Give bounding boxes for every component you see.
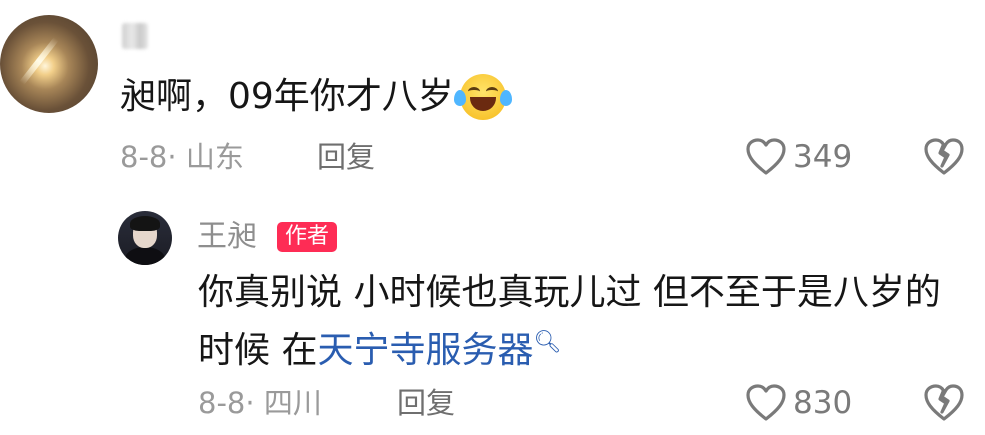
comment-date: 8-8 [120, 140, 168, 174]
reply-body: 你真别说 小时候也真玩儿过 但不至于是八岁的时候 在天宁寺服务器🔍︎ [198, 268, 958, 376]
reply-text: 你真别说 小时候也真玩儿过 但不至于是八岁的时候 在 [198, 272, 941, 371]
commenter-name-blurred[interactable] [122, 23, 148, 49]
search-link[interactable]: 天宁寺服务器 [317, 330, 533, 371]
author-badge: 作者 [277, 222, 338, 252]
search-icon[interactable]: 🔍︎ [533, 330, 561, 355]
comment-location: 山东 [185, 140, 244, 174]
broken-heart-icon[interactable] [922, 136, 966, 178]
comment-text: 昶啊，09年你才八岁 [120, 76, 454, 117]
reply-date: 8-8 [198, 386, 246, 420]
comment-meta: 8-8· 山东 [120, 140, 244, 174]
reply-location: 四川 [263, 386, 322, 420]
heart-outline-icon[interactable] [745, 383, 787, 423]
reply-author-avatar[interactable] [118, 211, 172, 265]
reply-meta: 8-8· 四川 [198, 386, 322, 420]
like-button[interactable]: 349 [745, 137, 852, 177]
reply-like-count: 830 [793, 385, 853, 421]
broken-heart-icon[interactable] [922, 382, 966, 424]
commenter-avatar[interactable] [0, 15, 98, 113]
reply-like-button[interactable]: 830 [745, 383, 852, 423]
laugh-cry-emoji-icon [453, 74, 512, 120]
like-count: 349 [793, 139, 853, 175]
reply-button[interactable]: 回复 [317, 139, 375, 175]
heart-outline-icon[interactable] [745, 137, 787, 177]
reply-author-name[interactable]: 王昶 [197, 219, 257, 255]
comment-body: 昶啊，09年你才八岁 [120, 72, 512, 122]
reply-reply-button[interactable]: 回复 [397, 385, 455, 421]
